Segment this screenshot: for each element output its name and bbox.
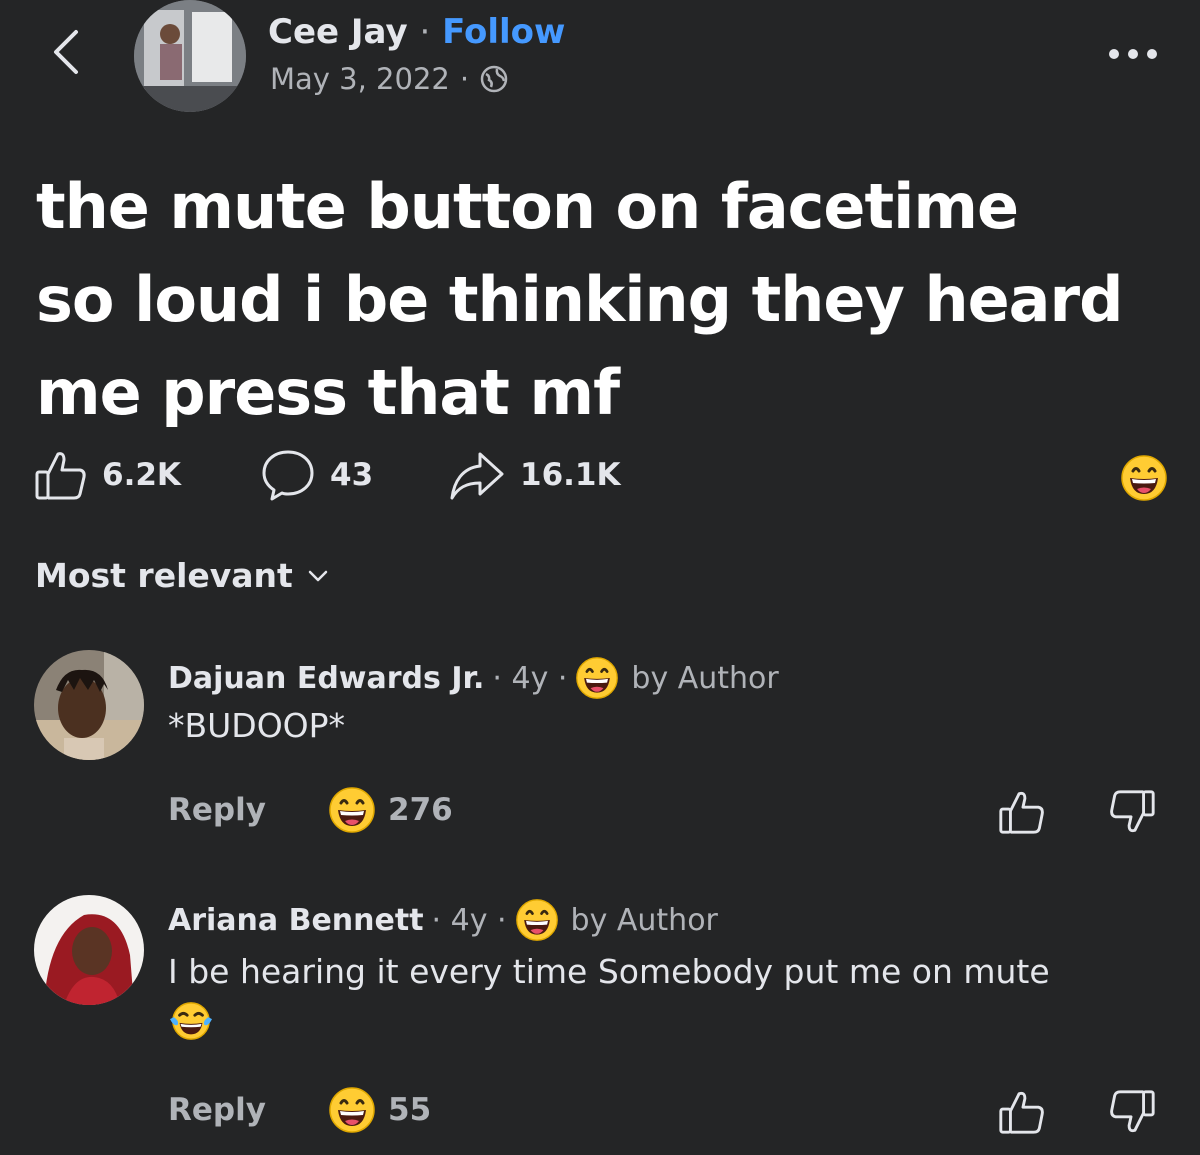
post-line: me press that mf xyxy=(36,356,620,429)
globe-icon xyxy=(480,65,508,93)
post-date[interactable]: May 3, 2022 xyxy=(270,62,450,96)
comment-stat[interactable]: 43 xyxy=(260,450,374,501)
avatar-photo xyxy=(134,0,246,112)
grin-emoji-icon xyxy=(515,899,558,941)
share-count: 16.1K xyxy=(520,457,621,493)
comment-count: 43 xyxy=(330,457,374,493)
avatar-photo xyxy=(34,650,144,760)
reaction-count: 276 xyxy=(388,792,453,828)
share-stat[interactable]: 16.1K xyxy=(448,450,621,500)
by-author-label: by Author xyxy=(631,660,779,696)
reply-button[interactable]: Reply xyxy=(168,792,266,828)
comment-header: Dajuan Edwards Jr. · 4y · by Author xyxy=(168,656,779,700)
chevron-down-icon xyxy=(308,570,328,581)
thumbs-up-icon xyxy=(35,452,86,500)
downvote-button[interactable] xyxy=(1106,786,1158,838)
thumbs-up-icon xyxy=(999,791,1044,834)
chevron-left-icon xyxy=(54,30,78,74)
date-separator: · xyxy=(459,62,470,96)
downvote-button[interactable] xyxy=(1106,1086,1158,1138)
reaction-button[interactable] xyxy=(1120,454,1168,506)
share-arrow-icon xyxy=(450,452,504,500)
by-author-label: by Author xyxy=(570,902,718,938)
post-meta: May 3, 2022 · xyxy=(270,62,509,96)
commenter-name[interactable]: Dajuan Edwards Jr. xyxy=(168,661,484,696)
grin-emoji-icon xyxy=(576,657,619,699)
separator: · xyxy=(419,12,431,52)
follow-button[interactable]: Follow xyxy=(442,12,565,52)
comment-age: · 4y · xyxy=(492,660,568,696)
comment-header: Ariana Bennett · 4y · by Author xyxy=(168,898,718,942)
commenter-avatar[interactable] xyxy=(34,650,144,760)
grin-emoji-icon xyxy=(1121,455,1167,501)
upvote-button[interactable] xyxy=(996,786,1048,838)
comment-text: *BUDOOP* xyxy=(168,706,346,745)
like-stat[interactable]: 6.2K xyxy=(34,450,181,500)
comment-age: · 4y · xyxy=(431,902,507,938)
post-line: the mute button on facetime xyxy=(36,170,1019,243)
author-name[interactable]: Cee Jay xyxy=(268,12,408,52)
author-line: Cee Jay · Follow xyxy=(268,12,565,52)
post-text: the mute button on facetime so loud i be… xyxy=(36,160,1186,439)
thumbs-down-icon xyxy=(1110,790,1155,833)
more-options-button[interactable] xyxy=(1100,36,1166,72)
reaction-count: 55 xyxy=(388,1092,432,1128)
commenter-avatar[interactable] xyxy=(34,895,144,1005)
upvote-button[interactable] xyxy=(996,1086,1048,1138)
commenter-name[interactable]: Ariana Bennett xyxy=(168,903,424,938)
comment-reactions[interactable]: 55 xyxy=(328,1086,431,1134)
comment-bubble-icon xyxy=(262,450,314,501)
author-avatar[interactable] xyxy=(134,0,246,112)
comment-text: I be hearing it every time Somebody put … xyxy=(168,950,1178,1053)
thumbs-up-icon xyxy=(999,1091,1044,1134)
sort-dropdown[interactable]: Most relevant xyxy=(35,556,329,595)
grin-emoji-icon xyxy=(329,787,375,833)
comment-text-line: I be hearing it every time Somebody put … xyxy=(168,952,1050,991)
sort-label: Most relevant xyxy=(35,556,293,595)
thumbs-down-icon xyxy=(1110,1090,1155,1133)
grin-emoji-icon xyxy=(329,1087,375,1133)
back-button[interactable] xyxy=(40,22,100,82)
avatar-photo xyxy=(34,895,144,1005)
comment-reactions[interactable]: 276 xyxy=(328,786,453,834)
like-count: 6.2K xyxy=(102,457,181,493)
post-line: so loud i be thinking they heard xyxy=(36,263,1123,336)
reply-button[interactable]: Reply xyxy=(168,1092,266,1128)
ellipsis-icon xyxy=(1109,49,1157,59)
tears-of-joy-emoji-icon xyxy=(170,1002,212,1040)
